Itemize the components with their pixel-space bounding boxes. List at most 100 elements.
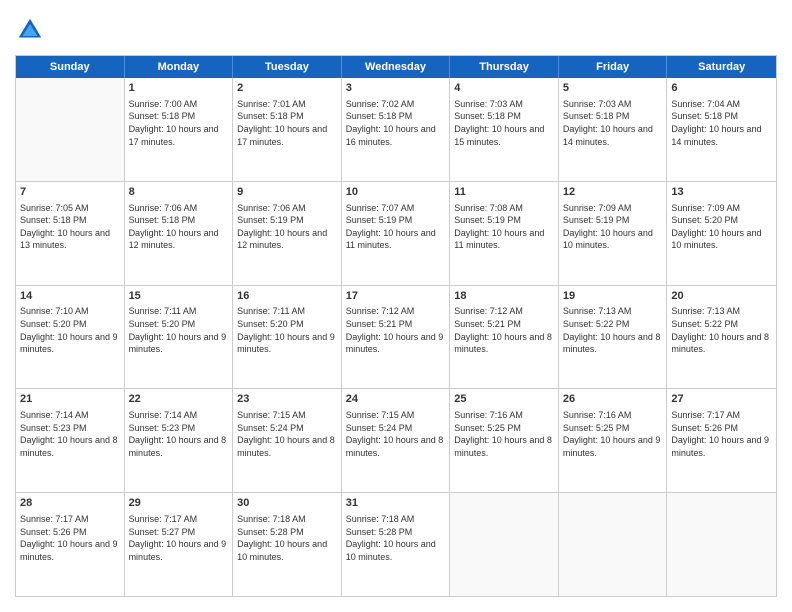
day-number: 26 xyxy=(563,392,663,407)
calendar-cell: 17Sunrise: 7:12 AM Sunset: 5:21 PM Dayli… xyxy=(342,286,451,389)
cell-info: Sunrise: 7:08 AM Sunset: 5:19 PM Dayligh… xyxy=(454,202,554,252)
calendar-cell: 20Sunrise: 7:13 AM Sunset: 5:22 PM Dayli… xyxy=(667,286,776,389)
calendar-cell xyxy=(667,493,776,596)
calendar-cell: 12 Sunrise: 7:09 AM Sunset: 5:19 PM Dayli… xyxy=(559,182,668,285)
logo-icon xyxy=(15,15,45,45)
day-number: 29 xyxy=(129,496,229,511)
calendar-cell: 13Sunrise: 7:09 AM Sunset: 5:20 PM Dayli… xyxy=(667,182,776,285)
calendar-cell: 24 Sunrise: 7:15 AM Sunset: 5:24 PM Dayli… xyxy=(342,389,451,492)
day-number: 3 xyxy=(346,81,446,96)
cell-info: Sunrise: 7:00 AM Sunset: 5:18 PM Dayligh… xyxy=(129,98,229,148)
calendar-cell: 23 Sunrise: 7:15 AM Sunset: 5:24 PM Dayli… xyxy=(233,389,342,492)
header xyxy=(15,15,777,45)
day-number: 19 xyxy=(563,289,663,304)
cell-info: Sunrise: 7:18 AM Sunset: 5:28 PM Dayligh… xyxy=(237,513,337,563)
cell-info: Sunrise: 7:07 AM Sunset: 5:19 PM Dayligh… xyxy=(346,202,446,252)
cell-info: Sunrise: 7:10 AM Sunset: 5:20 PM Dayligh… xyxy=(20,305,120,355)
calendar-row: 7Sunrise: 7:05 AM Sunset: 5:18 PM Daylig… xyxy=(16,182,776,286)
cell-info: Sunrise: 7:13 AM Sunset: 5:22 PM Dayligh… xyxy=(671,305,772,355)
calendar-row: 21 Sunrise: 7:14 AM Sunset: 5:23 PM Dayli… xyxy=(16,389,776,493)
cell-info: Sunrise: 7:17 AM Sunset: 5:26 PM Dayligh… xyxy=(671,409,772,459)
page: SundayMondayTuesdayWednesdayThursdayFrid… xyxy=(0,0,792,612)
calendar-cell: 29Sunrise: 7:17 AM Sunset: 5:27 PM Dayli… xyxy=(125,493,234,596)
day-number: 25 xyxy=(454,392,554,407)
cell-info: Sunrise: 7:15 AM Sunset: 5:24 PM Dayligh… xyxy=(346,409,446,459)
weekday-header: Friday xyxy=(559,56,668,78)
cell-info: Sunrise: 7:01 AM Sunset: 5:18 PM Dayligh… xyxy=(237,98,337,148)
calendar-cell: 10Sunrise: 7:07 AM Sunset: 5:19 PM Dayli… xyxy=(342,182,451,285)
day-number: 1 xyxy=(129,81,229,96)
calendar-cell xyxy=(16,78,125,181)
day-number: 8 xyxy=(129,185,229,200)
day-number: 28 xyxy=(20,496,120,511)
calendar-cell: 15Sunrise: 7:11 AM Sunset: 5:20 PM Dayli… xyxy=(125,286,234,389)
cell-info: Sunrise: 7:12 AM Sunset: 5:21 PM Dayligh… xyxy=(346,305,446,355)
calendar-cell: 5Sunrise: 7:03 AM Sunset: 5:18 PM Daylig… xyxy=(559,78,668,181)
day-number: 2 xyxy=(237,81,337,96)
calendar-header: SundayMondayTuesdayWednesdayThursdayFrid… xyxy=(16,56,776,78)
cell-info: Sunrise: 7:13 AM Sunset: 5:22 PM Dayligh… xyxy=(563,305,663,355)
day-number: 24 xyxy=(346,392,446,407)
cell-info: Sunrise: 7:14 AM Sunset: 5:23 PM Dayligh… xyxy=(20,409,120,459)
calendar-cell xyxy=(450,493,559,596)
calendar-cell: 1 Sunrise: 7:00 AM Sunset: 5:18 PM Daylig… xyxy=(125,78,234,181)
cell-info: Sunrise: 7:04 AM Sunset: 5:18 PM Dayligh… xyxy=(671,98,772,148)
day-number: 23 xyxy=(237,392,337,407)
day-number: 20 xyxy=(671,289,772,304)
cell-info: Sunrise: 7:11 AM Sunset: 5:20 PM Dayligh… xyxy=(129,305,229,355)
calendar-row: 14Sunrise: 7:10 AM Sunset: 5:20 PM Dayli… xyxy=(16,286,776,390)
cell-info: Sunrise: 7:14 AM Sunset: 5:23 PM Dayligh… xyxy=(129,409,229,459)
calendar-cell: 3Sunrise: 7:02 AM Sunset: 5:18 PM Daylig… xyxy=(342,78,451,181)
cell-info: Sunrise: 7:12 AM Sunset: 5:21 PM Dayligh… xyxy=(454,305,554,355)
weekday-header: Tuesday xyxy=(233,56,342,78)
calendar-cell: 9Sunrise: 7:06 AM Sunset: 5:19 PM Daylig… xyxy=(233,182,342,285)
calendar-body: 1 Sunrise: 7:00 AM Sunset: 5:18 PM Daylig… xyxy=(16,78,776,596)
day-number: 31 xyxy=(346,496,446,511)
cell-info: Sunrise: 7:17 AM Sunset: 5:26 PM Dayligh… xyxy=(20,513,120,563)
calendar-cell: 8 Sunrise: 7:06 AM Sunset: 5:18 PM Daylig… xyxy=(125,182,234,285)
weekday-header: Monday xyxy=(125,56,234,78)
calendar-cell: 22 Sunrise: 7:14 AM Sunset: 5:23 PM Dayli… xyxy=(125,389,234,492)
cell-info: Sunrise: 7:06 AM Sunset: 5:18 PM Dayligh… xyxy=(129,202,229,252)
calendar-cell: 26 Sunrise: 7:16 AM Sunset: 5:25 PM Dayli… xyxy=(559,389,668,492)
logo xyxy=(15,15,49,45)
calendar-cell: 11 Sunrise: 7:08 AM Sunset: 5:19 PM Dayli… xyxy=(450,182,559,285)
day-number: 22 xyxy=(129,392,229,407)
calendar-cell: 25 Sunrise: 7:16 AM Sunset: 5:25 PM Dayli… xyxy=(450,389,559,492)
calendar-cell xyxy=(559,493,668,596)
day-number: 15 xyxy=(129,289,229,304)
cell-info: Sunrise: 7:16 AM Sunset: 5:25 PM Dayligh… xyxy=(563,409,663,459)
day-number: 27 xyxy=(671,392,772,407)
calendar-cell: 28 Sunrise: 7:17 AM Sunset: 5:26 PM Dayli… xyxy=(16,493,125,596)
calendar-row: 1 Sunrise: 7:00 AM Sunset: 5:18 PM Daylig… xyxy=(16,78,776,182)
cell-info: Sunrise: 7:03 AM Sunset: 5:18 PM Dayligh… xyxy=(563,98,663,148)
weekday-header: Sunday xyxy=(16,56,125,78)
day-number: 13 xyxy=(671,185,772,200)
day-number: 21 xyxy=(20,392,120,407)
calendar-cell: 21 Sunrise: 7:14 AM Sunset: 5:23 PM Dayli… xyxy=(16,389,125,492)
calendar-cell: 2 Sunrise: 7:01 AM Sunset: 5:18 PM Daylig… xyxy=(233,78,342,181)
weekday-header: Wednesday xyxy=(342,56,451,78)
weekday-header: Thursday xyxy=(450,56,559,78)
cell-info: Sunrise: 7:16 AM Sunset: 5:25 PM Dayligh… xyxy=(454,409,554,459)
day-number: 11 xyxy=(454,185,554,200)
day-number: 6 xyxy=(671,81,772,96)
calendar-cell: 18Sunrise: 7:12 AM Sunset: 5:21 PM Dayli… xyxy=(450,286,559,389)
cell-info: Sunrise: 7:09 AM Sunset: 5:19 PM Dayligh… xyxy=(563,202,663,252)
day-number: 12 xyxy=(563,185,663,200)
cell-info: Sunrise: 7:06 AM Sunset: 5:19 PM Dayligh… xyxy=(237,202,337,252)
day-number: 16 xyxy=(237,289,337,304)
day-number: 14 xyxy=(20,289,120,304)
day-number: 4 xyxy=(454,81,554,96)
calendar: SundayMondayTuesdayWednesdayThursdayFrid… xyxy=(15,55,777,597)
cell-info: Sunrise: 7:03 AM Sunset: 5:18 PM Dayligh… xyxy=(454,98,554,148)
calendar-cell: 30Sunrise: 7:18 AM Sunset: 5:28 PM Dayli… xyxy=(233,493,342,596)
calendar-cell: 14Sunrise: 7:10 AM Sunset: 5:20 PM Dayli… xyxy=(16,286,125,389)
calendar-cell: 16Sunrise: 7:11 AM Sunset: 5:20 PM Dayli… xyxy=(233,286,342,389)
cell-info: Sunrise: 7:05 AM Sunset: 5:18 PM Dayligh… xyxy=(20,202,120,252)
calendar-row: 28 Sunrise: 7:17 AM Sunset: 5:26 PM Dayli… xyxy=(16,493,776,596)
cell-info: Sunrise: 7:15 AM Sunset: 5:24 PM Dayligh… xyxy=(237,409,337,459)
calendar-cell: 6 Sunrise: 7:04 AM Sunset: 5:18 PM Daylig… xyxy=(667,78,776,181)
calendar-cell: 4 Sunrise: 7:03 AM Sunset: 5:18 PM Daylig… xyxy=(450,78,559,181)
cell-info: Sunrise: 7:18 AM Sunset: 5:28 PM Dayligh… xyxy=(346,513,446,563)
